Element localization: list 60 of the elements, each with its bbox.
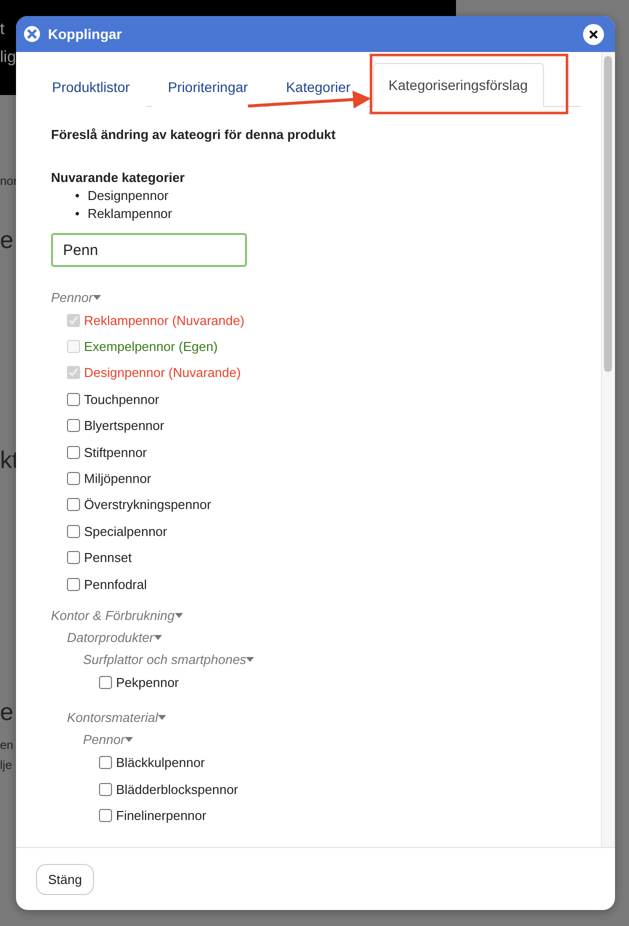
caret-icon bbox=[92, 294, 101, 300]
caret-icon bbox=[154, 634, 162, 640]
close-dialog-button[interactable]: Stäng bbox=[36, 864, 94, 894]
category-label: Blädderblockspennor bbox=[116, 782, 238, 797]
caret-icon bbox=[124, 737, 133, 742]
category-checkbox[interactable] bbox=[67, 446, 80, 459]
category-label: Reklampennor (Nuvarande) bbox=[84, 312, 244, 328]
background-text: e bbox=[0, 227, 14, 255]
caret-icon bbox=[174, 612, 183, 618]
category-checkbox[interactable] bbox=[67, 498, 80, 512]
category-checkbox[interactable] bbox=[67, 419, 80, 432]
bullet: • bbox=[75, 205, 80, 223]
caret-icon bbox=[158, 715, 166, 720]
category-checkbox[interactable] bbox=[99, 756, 112, 770]
category-label: Stiftpennor bbox=[84, 444, 147, 460]
category-checkbox[interactable] bbox=[67, 524, 80, 538]
category-label: Pekpennor bbox=[116, 674, 179, 690]
category-label: Pennset bbox=[84, 550, 132, 566]
current-category: Reklampennor bbox=[88, 205, 172, 223]
category-heading[interactable]: Pennor bbox=[51, 287, 101, 307]
logo-icon bbox=[24, 26, 40, 42]
category-label: Touchpennor bbox=[84, 392, 160, 407]
category-label: Specialpennor bbox=[84, 524, 168, 539]
close-icon bbox=[589, 30, 598, 38]
window-title: Kopplingar bbox=[48, 26, 123, 42]
category-label: Överstrykningspennor bbox=[84, 497, 212, 512]
category-label: Exempelpennor (Egen) bbox=[84, 339, 218, 354]
category-heading[interactable]: Surfplattor och smartphones bbox=[83, 649, 254, 670]
category-heading[interactable]: Pennor bbox=[83, 730, 133, 750]
category-label: Designpennor (Nuvarande) bbox=[84, 365, 241, 380]
current-categories-heading: Nuvarande kategorier bbox=[51, 170, 186, 185]
search-field[interactable]: Penn bbox=[51, 233, 247, 267]
background-text: lig bbox=[0, 48, 16, 68]
close-button[interactable] bbox=[583, 24, 604, 44]
caret-icon bbox=[246, 656, 254, 662]
background-text: en bbox=[0, 737, 14, 753]
category-label: Miljöpennor bbox=[84, 471, 152, 486]
background-text: t bbox=[0, 20, 4, 40]
category-label: Pennfodral bbox=[84, 576, 147, 592]
category-checkbox[interactable] bbox=[67, 472, 80, 486]
category-checkbox[interactable] bbox=[67, 551, 80, 564]
bullet: • bbox=[75, 187, 80, 205]
category-checkbox[interactable] bbox=[99, 782, 112, 796]
current-category: Designpennor bbox=[88, 187, 169, 205]
tab[interactable]: Kategoriseringsförslag bbox=[372, 63, 544, 107]
section-heading: Föreslå ändring av kateogri för denna produkt bbox=[51, 127, 337, 142]
background-text: lje bbox=[0, 757, 12, 773]
category-checkbox[interactable] bbox=[67, 392, 80, 406]
category-label: Blyertspennor bbox=[84, 418, 164, 434]
scrollbar[interactable] bbox=[601, 52, 615, 847]
category-checkbox[interactable] bbox=[99, 676, 112, 689]
background-text: e bbox=[0, 699, 14, 727]
category-heading[interactable]: Datorprodukter bbox=[67, 627, 162, 648]
category-heading[interactable]: Kontorsmaterial bbox=[67, 708, 166, 728]
category-heading[interactable]: Kontor & Förbrukning bbox=[51, 605, 183, 626]
background-text: nor bbox=[0, 173, 18, 189]
category-checkbox[interactable] bbox=[67, 578, 80, 591]
category-label: Bläckkulpennor bbox=[116, 755, 205, 770]
category-checkbox[interactable] bbox=[99, 809, 112, 822]
category-label: Finelinerpennor bbox=[116, 808, 206, 824]
